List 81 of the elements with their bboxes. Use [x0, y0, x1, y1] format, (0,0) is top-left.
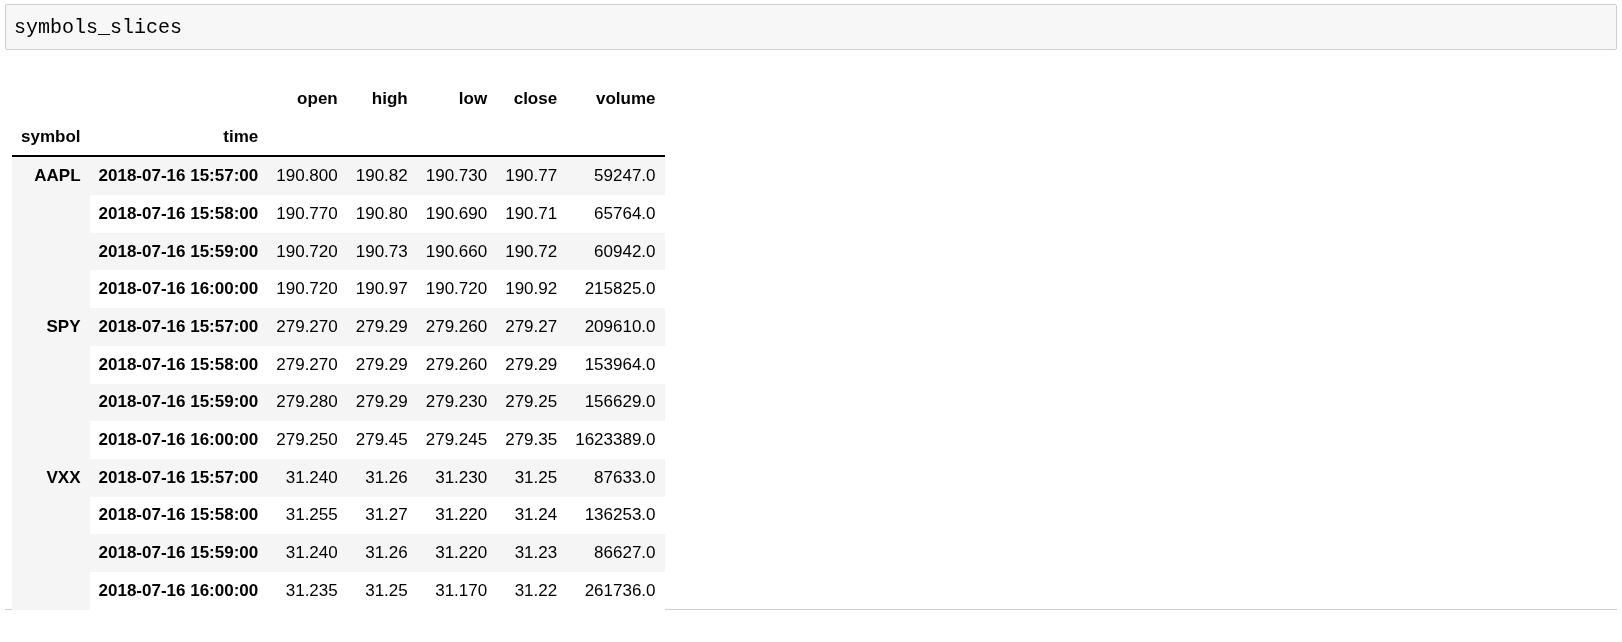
- row-index-label: 2018-07-16 15:57:00: [89, 308, 268, 346]
- table-cell: 60942.0: [566, 232, 665, 271]
- table-cell: 279.280: [267, 383, 347, 422]
- table-cell: 279.25: [496, 383, 567, 422]
- row-index-label: SPY: [46, 317, 81, 337]
- table-cell: 190.770: [267, 195, 347, 233]
- table-cell: 190.800: [267, 156, 347, 196]
- table-cell: 279.270: [267, 308, 347, 346]
- row-index-label: 2018-07-16 15:59:00: [89, 232, 268, 271]
- table-cell: 190.720: [416, 270, 497, 309]
- row-index-label: 2018-07-16 16:00:00: [89, 421, 268, 459]
- table-cell: 31.26: [346, 534, 417, 572]
- column-header: close: [512, 87, 559, 110]
- row-index-label: VXX: [46, 467, 81, 487]
- table-cell: 279.27: [496, 308, 567, 346]
- table-cell: 31.27: [346, 496, 417, 535]
- table-cell: 190.97: [346, 270, 417, 309]
- row-index-label: 2018-07-16 16:00:00: [89, 270, 268, 309]
- row-index-label: 2018-07-16 15:59:00: [89, 383, 268, 422]
- table-cell: 136253.0: [566, 496, 665, 535]
- table-cell: 279.29: [496, 345, 567, 384]
- table-cell: 190.71: [496, 195, 567, 233]
- table-cell: 31.220: [416, 534, 497, 572]
- table-cell: 87633.0: [566, 458, 665, 497]
- table-cell: 31.22: [496, 571, 567, 610]
- table-cell: 209610.0: [566, 308, 665, 346]
- table-cell: 1623389.0: [566, 421, 665, 459]
- table-cell: 279.29: [346, 383, 417, 422]
- table-cell: 190.660: [416, 232, 497, 271]
- code-input-cell[interactable]: symbols_slices: [5, 4, 1617, 50]
- row-index-label: AAPL: [34, 166, 81, 186]
- row-index-label: 2018-07-16 15:58:00: [89, 496, 268, 535]
- table-cell: 279.270: [267, 345, 347, 384]
- column-header: volume: [595, 87, 657, 110]
- table-cell: 31.255: [267, 496, 347, 535]
- table-cell: 279.250: [267, 421, 347, 459]
- table-cell: 190.690: [416, 195, 497, 233]
- table-cell: 156629.0: [566, 383, 665, 422]
- table-cell: 261736.0: [566, 571, 665, 610]
- table-cell: 31.25: [496, 458, 567, 497]
- table-cell: 190.82: [346, 156, 417, 196]
- table-cell: 31.240: [267, 534, 347, 572]
- table-cell: 215825.0: [566, 270, 665, 309]
- table-cell: 279.45: [346, 421, 417, 459]
- column-header: low: [457, 87, 489, 110]
- table-cell: 190.92: [496, 270, 567, 309]
- table-cell: 190.80: [346, 195, 417, 233]
- table-cell: 279.230: [416, 383, 497, 422]
- table-cell: 279.260: [416, 345, 497, 384]
- table-cell: 31.26: [346, 458, 417, 497]
- table-cell: 190.72: [496, 232, 567, 271]
- table-cell: 279.29: [346, 308, 417, 346]
- table-cell: 279.260: [416, 308, 497, 346]
- table-cell: 190.720: [267, 270, 347, 309]
- row-index-label: 2018-07-16 15:59:00: [89, 534, 268, 572]
- table-cell: 190.77: [496, 156, 567, 196]
- table-cell: 31.240: [267, 458, 347, 497]
- row-index-label: 2018-07-16 16:00:00: [89, 571, 268, 610]
- table-cell: 31.230: [416, 458, 497, 497]
- table-cell: 31.235: [267, 571, 347, 610]
- column-header: high: [370, 87, 409, 110]
- table-cell: 190.730: [416, 156, 497, 196]
- table-cell: 31.170: [416, 571, 497, 610]
- column-header: open: [296, 87, 339, 110]
- table-cell: 279.35: [496, 421, 567, 459]
- row-index-label: 2018-07-16 15:57:00: [89, 156, 268, 196]
- table-cell: 31.24: [496, 496, 567, 535]
- table-cell: 31.25: [346, 571, 417, 610]
- table-cell: 31.220: [416, 496, 497, 535]
- table-cell: 190.73: [346, 232, 417, 271]
- table-cell: 279.29: [346, 345, 417, 384]
- table-cell: 279.245: [416, 421, 497, 459]
- row-index-label: 2018-07-16 15:58:00: [89, 195, 268, 233]
- table-cell: 190.720: [267, 232, 347, 271]
- table-cell: 59247.0: [566, 156, 665, 196]
- table-cell: 86627.0: [566, 534, 665, 572]
- row-index-label: 2018-07-16 15:57:00: [89, 458, 268, 497]
- row-index-label: 2018-07-16 15:58:00: [89, 345, 268, 384]
- table-cell: 153964.0: [566, 345, 665, 384]
- table-cell: 31.23: [496, 534, 567, 572]
- table-cell: 65764.0: [566, 195, 665, 233]
